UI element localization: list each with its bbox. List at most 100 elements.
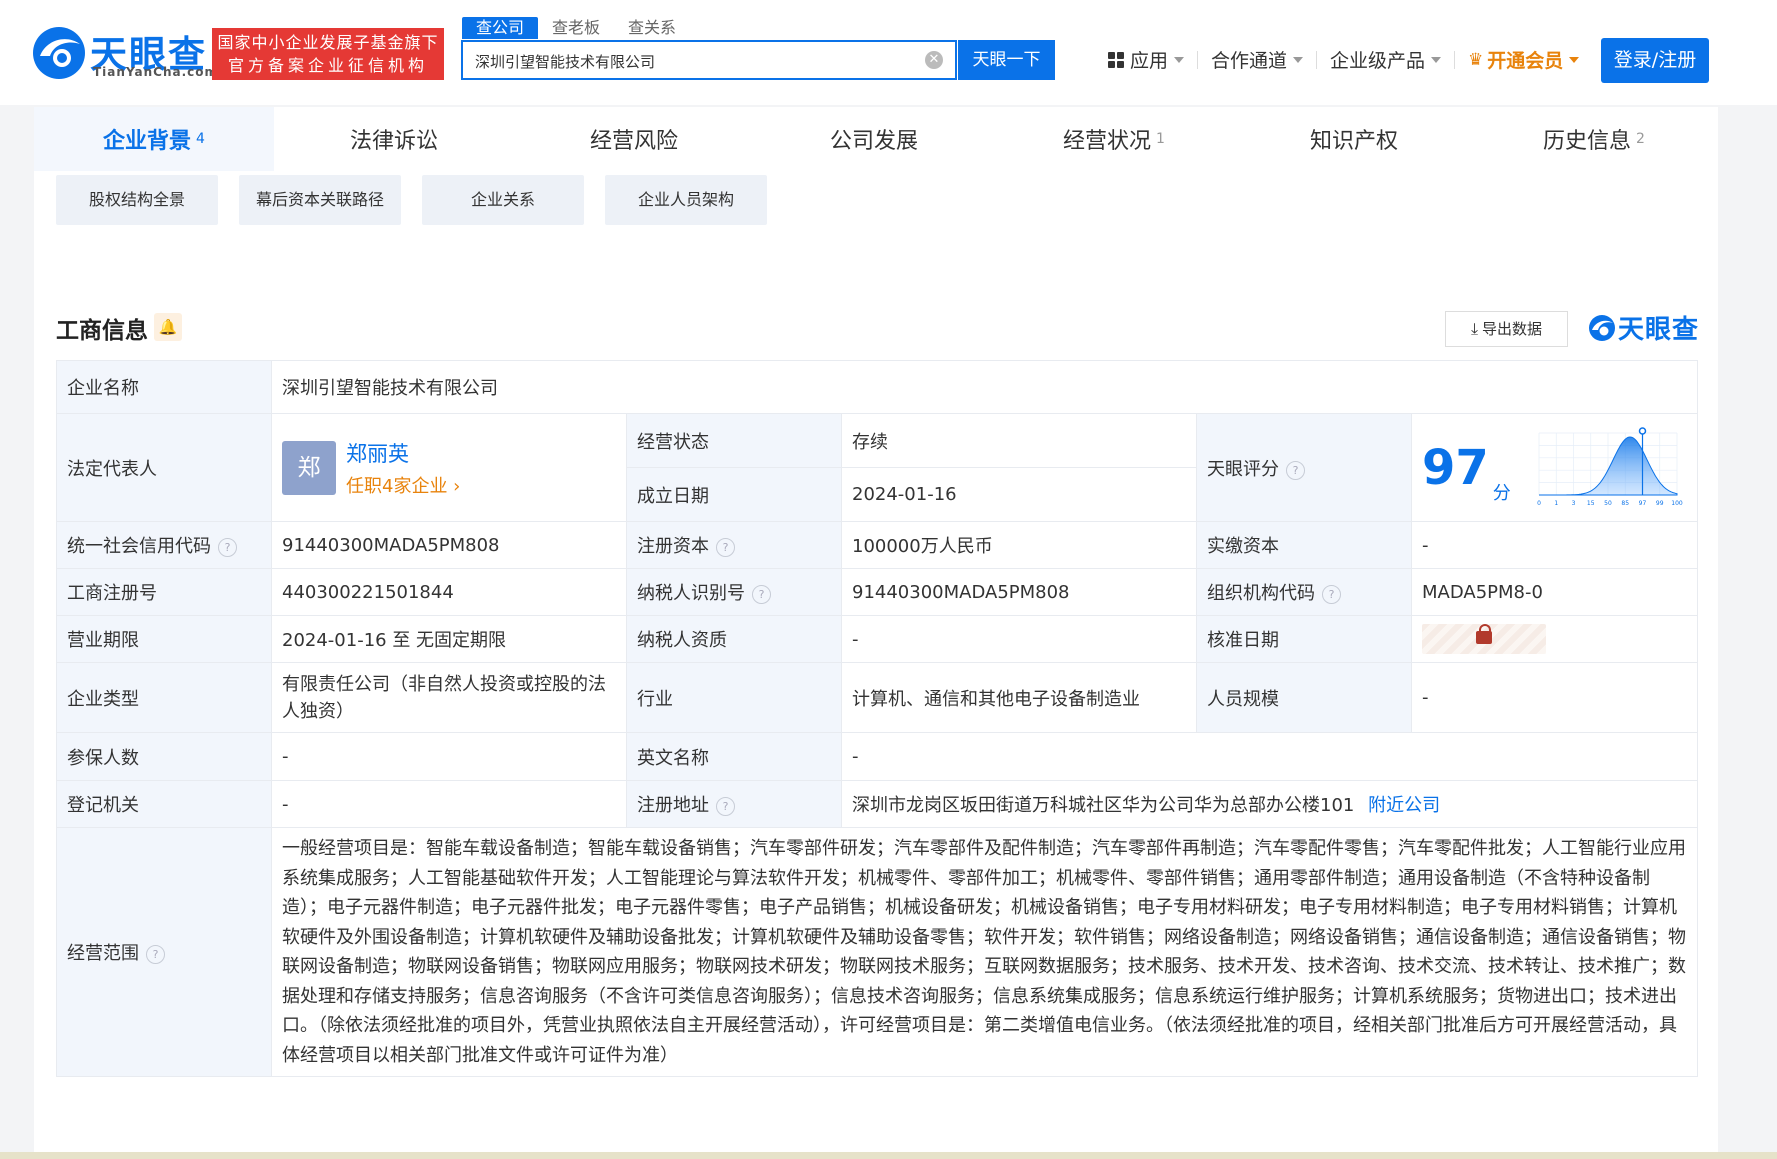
help-icon[interactable]: ? xyxy=(716,538,735,557)
label-company-type: 企业类型 xyxy=(56,662,272,733)
search-button[interactable]: 天眼一下 xyxy=(958,40,1055,80)
tab-litigation[interactable]: 法律诉讼 xyxy=(274,107,514,171)
help-icon[interactable]: ? xyxy=(1322,585,1341,604)
chevron-down-icon xyxy=(1569,56,1580,63)
login-register-button[interactable]: 登录/注册 xyxy=(1601,38,1709,83)
nav-partner[interactable]: 合作通道 xyxy=(1211,46,1304,73)
nav-divider xyxy=(1454,50,1456,69)
org-code-value: MADA5PM8-0 xyxy=(1410,568,1699,616)
chevron-down-icon xyxy=(1174,56,1185,63)
tab-history[interactable]: 历史信息 2 xyxy=(1474,107,1714,171)
help-icon[interactable]: ? xyxy=(146,945,165,964)
lock-icon xyxy=(1476,624,1492,644)
bell-icon[interactable]: 🔔 xyxy=(154,313,182,341)
tab-background[interactable]: 企业背景 4 xyxy=(34,107,274,171)
search-tabs: 查公司 查老板 查关系 xyxy=(462,17,690,39)
subtab-relations[interactable]: 企业关系 xyxy=(422,175,584,225)
label-en-name: 英文名称 xyxy=(626,732,842,781)
content-card: 企业背景 4 法律诉讼 经营风险 公司发展 经营状况 1 知识产权 历史信息 2… xyxy=(34,107,1718,1159)
table-row: 经营范围? 一般经营项目是：智能车载设备制造；智能车载设备销售；汽车零部件研发；… xyxy=(56,827,1699,1077)
label-approve-date: 核准日期 xyxy=(1196,615,1412,663)
official-badge: 国家中小企业发展子基金旗下 官方备案企业征信机构 xyxy=(212,28,444,80)
company-type-value: 有限责任公司（非自然人投资或控股的法人独资） xyxy=(271,662,627,733)
tab-count: 4 xyxy=(196,131,205,147)
status-value: 存续 xyxy=(841,413,1197,468)
search-tab-relation[interactable]: 查关系 xyxy=(614,17,690,39)
table-row: 法定代表人 郑 郑丽英 任职4家企业 › 经营状态 存续 天眼评分? 97 分 xyxy=(56,413,1699,522)
label-tax-id: 纳税人识别号? xyxy=(626,568,842,616)
legal-rep-name-link[interactable]: 郑丽英 xyxy=(346,438,460,468)
tick-label: 100 xyxy=(1671,500,1683,507)
tax-id-label-text: 纳税人识别号 xyxy=(637,583,745,604)
label-paid-capital: 实缴资本 xyxy=(1196,521,1412,569)
insured-value: - xyxy=(271,732,627,781)
export-data-button[interactable]: ⤓ 导出数据 xyxy=(1445,311,1568,347)
apps-grid-icon xyxy=(1108,51,1124,68)
tick-label: 3 xyxy=(1571,500,1575,507)
search-input[interactable] xyxy=(473,42,917,80)
clear-icon[interactable]: ✕ xyxy=(925,51,943,69)
chevron-down-icon xyxy=(1293,56,1304,63)
staff-value: - xyxy=(1410,662,1699,733)
tick-label: 97 xyxy=(1638,500,1646,507)
avatar[interactable]: 郑 xyxy=(282,440,336,495)
help-icon[interactable]: ? xyxy=(1286,460,1305,480)
legal-rep-cell: 郑 郑丽英 任职4家企业 › xyxy=(271,413,627,522)
table-row: 营业期限 2024-01-16 至 无固定期限 纳税人资质 - 核准日期 xyxy=(56,615,1699,663)
tab-risk[interactable]: 经营风险 xyxy=(514,107,754,171)
help-icon[interactable]: ? xyxy=(752,585,771,604)
nav-apps[interactable]: 应用 xyxy=(1108,46,1185,73)
founded-value: 2024-01-16 xyxy=(841,467,1197,522)
paid-capital-value: - xyxy=(1410,521,1699,569)
nav-enterprise[interactable]: 企业级产品 xyxy=(1330,46,1442,73)
locked-value[interactable] xyxy=(1422,624,1546,654)
legal-rep-companies-link[interactable]: 任职4家企业 › xyxy=(346,472,460,498)
tab-development[interactable]: 公司发展 xyxy=(754,107,994,171)
address-value: 深圳市龙岗区坂田街道万科城社区华为公司华为总部办公楼101 xyxy=(852,795,1355,816)
nav-divider xyxy=(1197,50,1199,69)
sub-tabs: 股权结构全景 幕后资本关联路径 企业关系 企业人员架构 xyxy=(56,175,767,225)
label-authority: 登记机关 xyxy=(56,780,272,828)
search-box: ✕ xyxy=(461,40,957,80)
subtab-personnel[interactable]: 企业人员架构 xyxy=(605,175,767,225)
tab-operation[interactable]: 经营状况 1 xyxy=(994,107,1234,171)
tab-count: 2 xyxy=(1636,131,1645,147)
search-tab-company[interactable]: 查公司 xyxy=(462,17,539,39)
reg-capital-value: 100000万人民币 xyxy=(841,521,1197,569)
subtab-capital-path[interactable]: 幕后资本关联路径 xyxy=(239,175,401,225)
download-icon: ⤓ xyxy=(1470,319,1479,338)
nav-vip[interactable]: ♛ 开通会员 xyxy=(1468,46,1580,73)
credit-code-label-text: 统一社会信用代码 xyxy=(67,536,211,557)
label-company-name: 企业名称 xyxy=(56,360,272,414)
reg-no-value: 440300221501844 xyxy=(271,568,627,616)
label-reg-no: 工商注册号 xyxy=(56,568,272,616)
help-icon[interactable]: ? xyxy=(218,538,237,557)
scope-label-text: 经营范围 xyxy=(67,943,139,964)
tab-ip[interactable]: 知识产权 xyxy=(1234,107,1474,171)
reg-capital-label-text: 注册资本 xyxy=(637,536,709,557)
table-row: 参保人数 - 英文名称 - xyxy=(56,732,1699,781)
top-nav: 应用 合作通道 企业级产品 ♛ 开通会员 xyxy=(1108,46,1580,73)
term-value: 2024-01-16 至 无固定期限 xyxy=(271,615,627,663)
nav-partner-label: 合作通道 xyxy=(1211,50,1288,72)
tab-label: 历史信息 xyxy=(1543,129,1632,154)
search-tab-boss[interactable]: 查老板 xyxy=(538,17,614,39)
nearby-companies-link[interactable]: 附近公司 xyxy=(1368,795,1440,816)
score-unit: 分 xyxy=(1492,482,1511,504)
help-icon[interactable]: ? xyxy=(716,797,735,816)
crown-icon: ♛ xyxy=(1468,49,1484,70)
score-distribution-chart[interactable]: 0 1 3 15 50 85 97 99 100 xyxy=(1533,426,1683,509)
tab-label: 公司发展 xyxy=(829,129,918,154)
tianyancha-logo-icon[interactable] xyxy=(32,26,86,80)
tab-label: 法律诉讼 xyxy=(349,129,438,154)
tab-count: 1 xyxy=(1156,131,1165,147)
tick-label: 50 xyxy=(1604,500,1612,507)
industry-value: 计算机、通信和其他电子设备制造业 xyxy=(841,662,1197,733)
label-credit-code: 统一社会信用代码? xyxy=(56,521,272,569)
label-legal-rep: 法定代表人 xyxy=(56,413,272,522)
subtab-equity-structure[interactable]: 股权结构全景 xyxy=(56,175,218,225)
label-reg-capital: 注册资本? xyxy=(626,521,842,569)
tab-label: 经营风险 xyxy=(589,129,678,154)
label-score: 天眼评分? xyxy=(1196,413,1412,522)
company-name: 深圳引望智能技术有限公司 xyxy=(270,360,1699,414)
